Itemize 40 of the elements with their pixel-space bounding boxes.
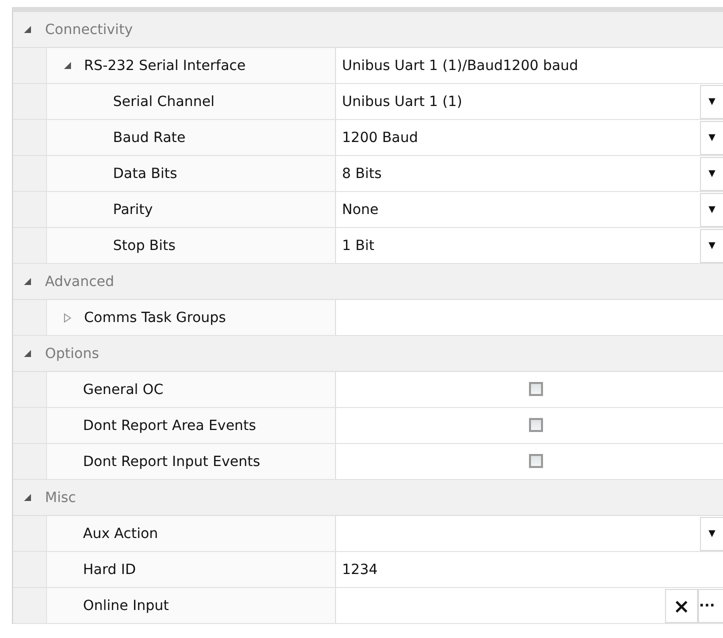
checkbox[interactable]: [529, 382, 543, 396]
property-name: Dont Report Input Events: [83, 454, 260, 470]
checkbox[interactable]: [529, 454, 543, 468]
property-name: Comms Task Groups: [84, 310, 226, 326]
expand-arrow-icon[interactable]: [23, 349, 32, 358]
property-name: RS-232 Serial Interface: [84, 58, 246, 74]
property-value: 1 Bit: [342, 238, 374, 254]
property-name: Baud Rate: [113, 130, 186, 146]
property-name: Online Input: [83, 598, 169, 614]
expand-arrow-icon[interactable]: [63, 60, 72, 70]
dropdown-button[interactable]: ▼: [700, 84, 723, 118]
dropdown-button[interactable]: ▼: [700, 228, 723, 262]
dropdown-button[interactable]: ▼: [700, 120, 723, 154]
property-name: Serial Channel: [113, 94, 215, 110]
browse-button[interactable]: ···: [698, 588, 723, 622]
property-name: Stop Bits: [113, 238, 176, 254]
property-name: Data Bits: [113, 166, 178, 182]
expand-arrow-icon[interactable]: [23, 277, 32, 286]
checkbox[interactable]: [529, 418, 543, 432]
property-name: Aux Action: [83, 526, 158, 542]
property-value: 1200 Baud: [342, 130, 418, 146]
category-title: Advanced: [45, 274, 114, 290]
property-name: Parity: [113, 202, 153, 218]
clear-button[interactable]: ×: [665, 588, 698, 622]
expand-arrow-icon[interactable]: [23, 25, 32, 34]
property-value: 8 Bits: [342, 166, 382, 182]
dropdown-button[interactable]: ▼: [700, 192, 723, 226]
category-title: Connectivity: [45, 22, 133, 38]
property-value: Unibus Uart 1 (1): [342, 94, 462, 110]
category-title: Options: [45, 346, 100, 362]
dropdown-button[interactable]: ▼: [700, 516, 723, 550]
property-value: None: [342, 202, 379, 218]
dropdown-button[interactable]: ▼: [700, 156, 723, 190]
property-name: Dont Report Area Events: [83, 418, 256, 434]
property-name: Hard ID: [83, 562, 136, 578]
property-value: 1234: [342, 562, 378, 578]
expand-arrow-icon[interactable]: [23, 493, 32, 502]
property-name: General OC: [83, 382, 164, 398]
property-value: Unibus Uart 1 (1)/Baud1200 baud: [342, 58, 578, 74]
category-title: Misc: [45, 490, 76, 506]
